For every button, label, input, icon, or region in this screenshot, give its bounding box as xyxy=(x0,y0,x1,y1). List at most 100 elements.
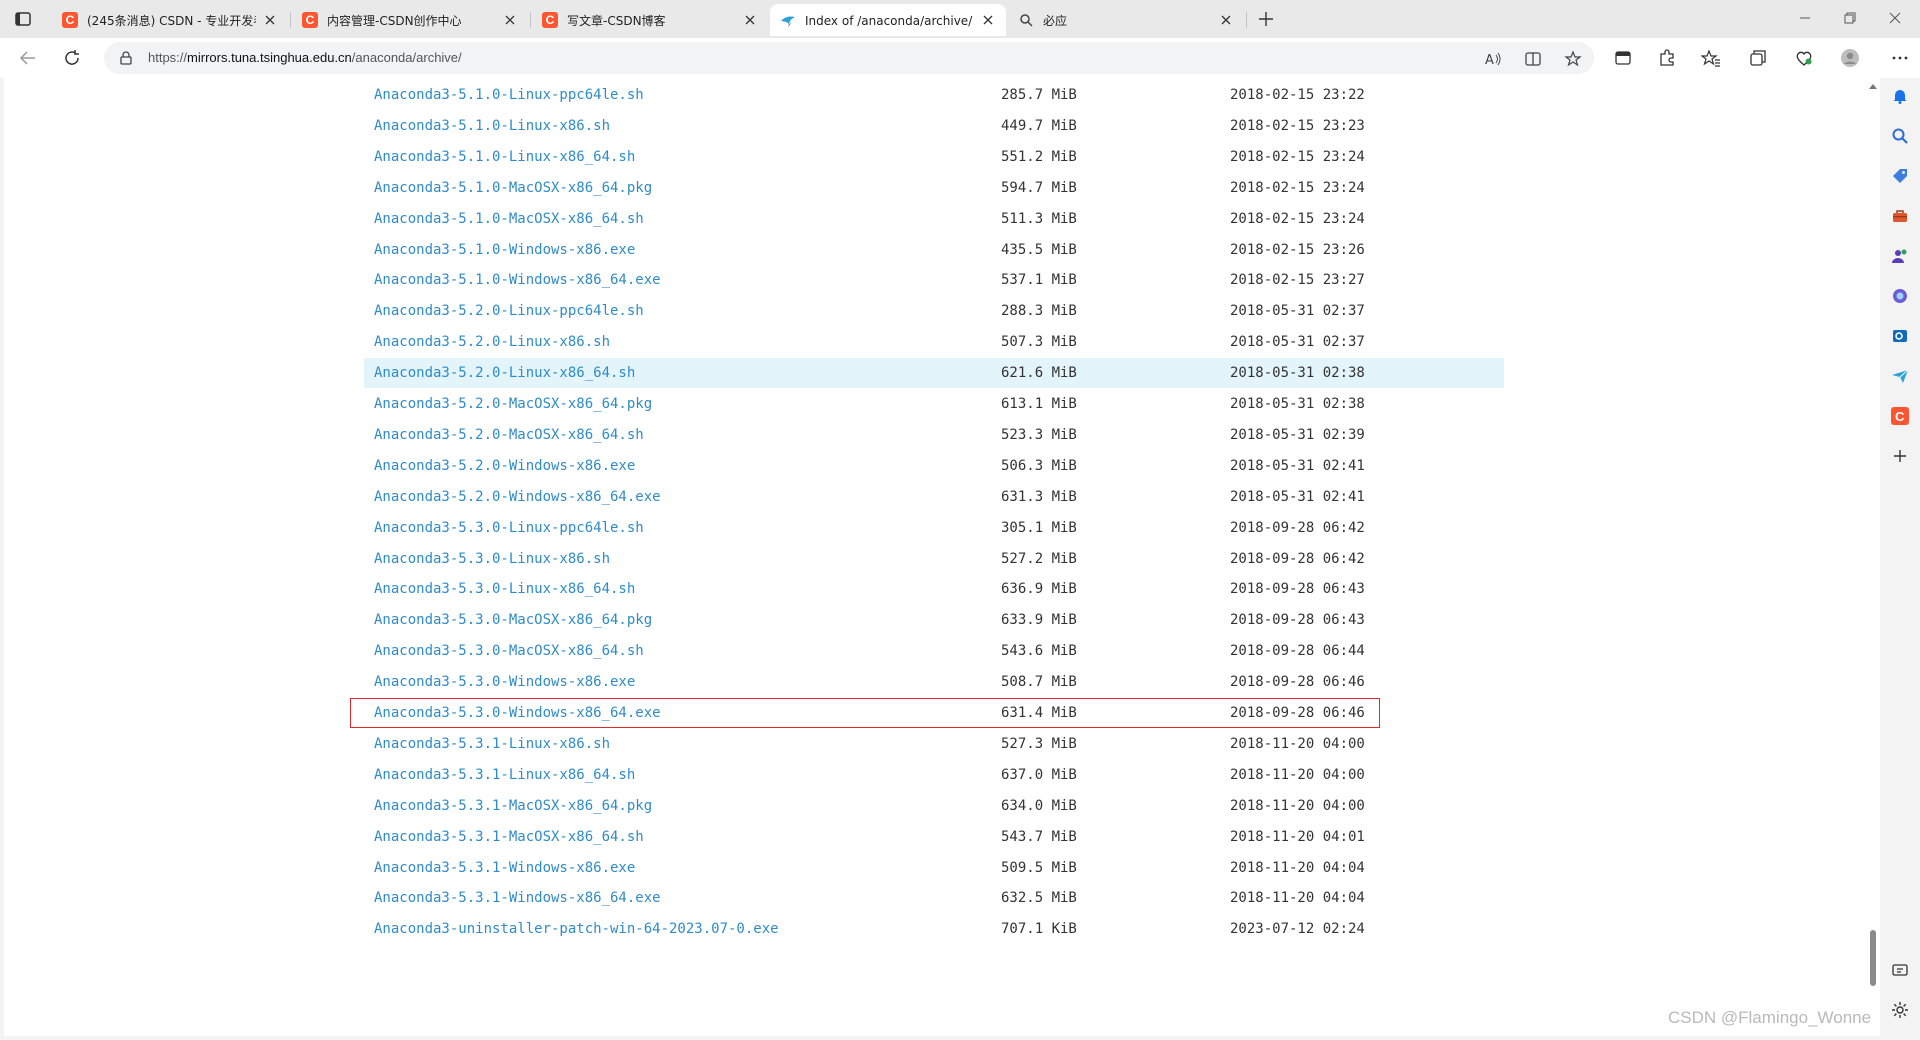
csdn-icon: C xyxy=(542,12,558,28)
file-size: 632.5 MiB xyxy=(1001,890,1077,907)
refresh-icon[interactable] xyxy=(60,46,84,70)
file-link[interactable]: Anaconda3-5.3.1-Linux-x86_64.sh xyxy=(374,760,635,790)
copilot-icon[interactable] xyxy=(1890,286,1910,306)
people-icon[interactable] xyxy=(1890,246,1910,266)
restore-icon[interactable] xyxy=(1840,8,1860,28)
close-icon[interactable] xyxy=(262,12,278,28)
file-date: 2018-11-20 04:04 xyxy=(1230,890,1365,907)
file-date: 2018-02-15 23:24 xyxy=(1230,148,1365,165)
file-link[interactable]: Anaconda3-5.1.0-Windows-x86_64.exe xyxy=(374,265,661,295)
tab-csdn-content[interactable]: C 内容管理-CSDN创作中心 xyxy=(292,4,528,36)
file-size: 523.3 MiB xyxy=(1001,426,1077,443)
close-icon[interactable] xyxy=(742,12,758,28)
add-icon[interactable] xyxy=(1890,446,1910,466)
tab-bing[interactable]: 必应 xyxy=(1008,4,1244,36)
profile-avatar-icon[interactable] xyxy=(1840,48,1860,68)
more-options-icon[interactable] xyxy=(1890,48,1910,68)
file-link[interactable]: Anaconda3-5.3.0-Windows-x86_64.exe xyxy=(374,698,661,728)
file-link[interactable]: Anaconda3-5.1.0-Windows-x86.exe xyxy=(374,235,635,265)
file-link[interactable]: Anaconda3-5.2.0-Windows-x86_64.exe xyxy=(374,482,661,512)
table-row: Anaconda3-5.1.0-MacOSX-x86_64.pkg 594.7 M… xyxy=(364,173,1504,203)
toolbox-icon[interactable] xyxy=(1890,206,1910,226)
split-tab-icon[interactable] xyxy=(1613,48,1633,68)
close-icon[interactable] xyxy=(502,12,518,28)
file-size: 288.3 MiB xyxy=(1001,303,1077,320)
outlook-icon[interactable] xyxy=(1890,326,1910,346)
file-link[interactable]: Anaconda3-5.2.0-Windows-x86.exe xyxy=(374,451,635,481)
address-bar[interactable]: https://mirrors.tuna.tsinghua.edu.cn/ana… xyxy=(104,42,1594,74)
tab-csdn-write[interactable]: C 写文章-CSDN博客 xyxy=(532,4,768,36)
file-link[interactable]: Anaconda3-5.2.0-Linux-x86_64.sh xyxy=(374,358,635,388)
table-row: Anaconda3-5.2.0-Linux-x86.sh 507.3 MiB 201… xyxy=(364,327,1504,357)
send-icon[interactable] xyxy=(1890,366,1910,386)
file-size: 527.3 MiB xyxy=(1001,735,1077,752)
favorites-icon[interactable] xyxy=(1700,48,1721,68)
tab-title: Index of /anaconda/archive/ | 清 xyxy=(805,13,974,28)
file-link[interactable]: Anaconda3-5.3.0-MacOSX-x86_64.sh xyxy=(374,636,644,666)
file-date: 2018-09-28 06:42 xyxy=(1230,550,1365,567)
file-link[interactable]: Anaconda3-uninstaller-patch-win-64-2023.… xyxy=(374,914,779,944)
svg-text:C: C xyxy=(1895,409,1905,424)
back-icon[interactable] xyxy=(16,46,40,70)
file-link[interactable]: Anaconda3-5.1.0-Linux-x86.sh xyxy=(374,111,610,141)
tab-actions-icon[interactable] xyxy=(12,8,34,30)
tab-title: 内容管理-CSDN创作中心 xyxy=(327,13,462,28)
file-link[interactable]: Anaconda3-5.2.0-Linux-x86.sh xyxy=(374,327,610,357)
extensions-icon[interactable] xyxy=(1657,48,1677,68)
tab-csdn-messages[interactable]: C (245条消息) CSDN - 专业开发者 xyxy=(52,4,288,36)
file-link[interactable]: Anaconda3-5.3.0-MacOSX-x86_64.pkg xyxy=(374,605,652,635)
file-date: 2018-09-28 06:43 xyxy=(1230,612,1365,629)
file-link[interactable]: Anaconda3-5.3.1-MacOSX-x86_64.pkg xyxy=(374,791,652,821)
search-icon[interactable] xyxy=(1890,126,1910,146)
file-link[interactable]: Anaconda3-5.3.0-Windows-x86.exe xyxy=(374,667,635,697)
browser-essentials-icon[interactable] xyxy=(1794,48,1814,68)
file-link[interactable]: Anaconda3-5.2.0-MacOSX-x86_64.sh xyxy=(374,420,644,450)
tab-title: (245条消息) CSDN - 专业开发者 xyxy=(87,13,256,28)
file-date: 2018-09-28 06:46 xyxy=(1230,674,1365,691)
table-row: Anaconda3-5.3.0-MacOSX-x86_64.sh 543.6 Mi… xyxy=(364,636,1504,666)
file-size: 631.3 MiB xyxy=(1001,488,1077,505)
file-size: 537.1 MiB xyxy=(1001,272,1077,289)
search-icon xyxy=(1018,12,1034,28)
close-icon[interactable] xyxy=(980,12,996,28)
file-link[interactable]: Anaconda3-5.3.1-Linux-x86.sh xyxy=(374,729,610,759)
bell-icon[interactable] xyxy=(1890,86,1910,106)
file-link[interactable]: Anaconda3-5.3.0-Linux-ppc64le.sh xyxy=(374,513,644,543)
tab-title: 必应 xyxy=(1043,13,1068,28)
csdn-icon[interactable]: C xyxy=(1890,406,1910,426)
collections-icon[interactable] xyxy=(1748,48,1768,68)
split-screen-icon[interactable] xyxy=(1524,50,1542,68)
lock-icon[interactable] xyxy=(118,50,134,66)
new-tab-icon[interactable] xyxy=(1256,9,1276,29)
table-row: Anaconda3-5.2.0-Linux-x86_64.sh 621.6 MiB… xyxy=(364,358,1504,389)
file-link[interactable]: Anaconda3-5.2.0-MacOSX-x86_64.pkg xyxy=(374,389,652,419)
favorite-star-icon[interactable] xyxy=(1564,50,1582,68)
minimize-icon[interactable] xyxy=(1795,8,1815,28)
tag-icon[interactable] xyxy=(1890,166,1910,186)
file-link[interactable]: Anaconda3-5.2.0-Linux-ppc64le.sh xyxy=(374,296,644,326)
table-row: Anaconda3-5.3.0-MacOSX-x86_64.pkg 633.9 M… xyxy=(364,605,1504,635)
scroll-up-icon[interactable] xyxy=(1869,84,1877,89)
close-window-icon[interactable] xyxy=(1885,8,1905,28)
file-size: 551.2 MiB xyxy=(1001,148,1077,165)
file-link[interactable]: Anaconda3-5.3.0-Linux-x86.sh xyxy=(374,544,610,574)
screenshot-icon[interactable] xyxy=(1890,960,1910,980)
file-link[interactable]: Anaconda3-5.3.1-Windows-x86_64.exe xyxy=(374,883,661,913)
file-link[interactable]: Anaconda3-5.1.0-Linux-ppc64le.sh xyxy=(374,80,644,110)
file-link[interactable]: Anaconda3-5.3.0-Linux-x86_64.sh xyxy=(374,574,635,604)
scrollbar-thumb[interactable] xyxy=(1870,930,1876,986)
file-link[interactable]: Anaconda3-5.1.0-MacOSX-x86_64.sh xyxy=(374,204,644,234)
file-link[interactable]: Anaconda3-5.3.1-MacOSX-x86_64.sh xyxy=(374,822,644,852)
file-size: 613.1 MiB xyxy=(1001,396,1077,412)
file-link[interactable]: Anaconda3-5.1.0-Linux-x86_64.sh xyxy=(374,142,635,172)
close-icon[interactable] xyxy=(1218,12,1234,28)
read-aloud-icon[interactable]: A xyxy=(1484,50,1502,68)
tab-anaconda-archive[interactable]: Index of /anaconda/archive/ | 清 xyxy=(770,4,1006,36)
file-size: 543.7 MiB xyxy=(1001,828,1077,845)
vertical-scrollbar[interactable] xyxy=(1866,78,1880,1036)
file-link[interactable]: Anaconda3-5.3.1-Windows-x86.exe xyxy=(374,853,635,883)
settings-icon[interactable] xyxy=(1890,1000,1910,1020)
file-link[interactable]: Anaconda3-5.1.0-MacOSX-x86_64.pkg xyxy=(374,173,652,203)
url-text[interactable]: https://mirrors.tuna.tsinghua.edu.cn/ana… xyxy=(148,50,462,65)
file-size: 506.3 MiB xyxy=(1001,457,1077,474)
